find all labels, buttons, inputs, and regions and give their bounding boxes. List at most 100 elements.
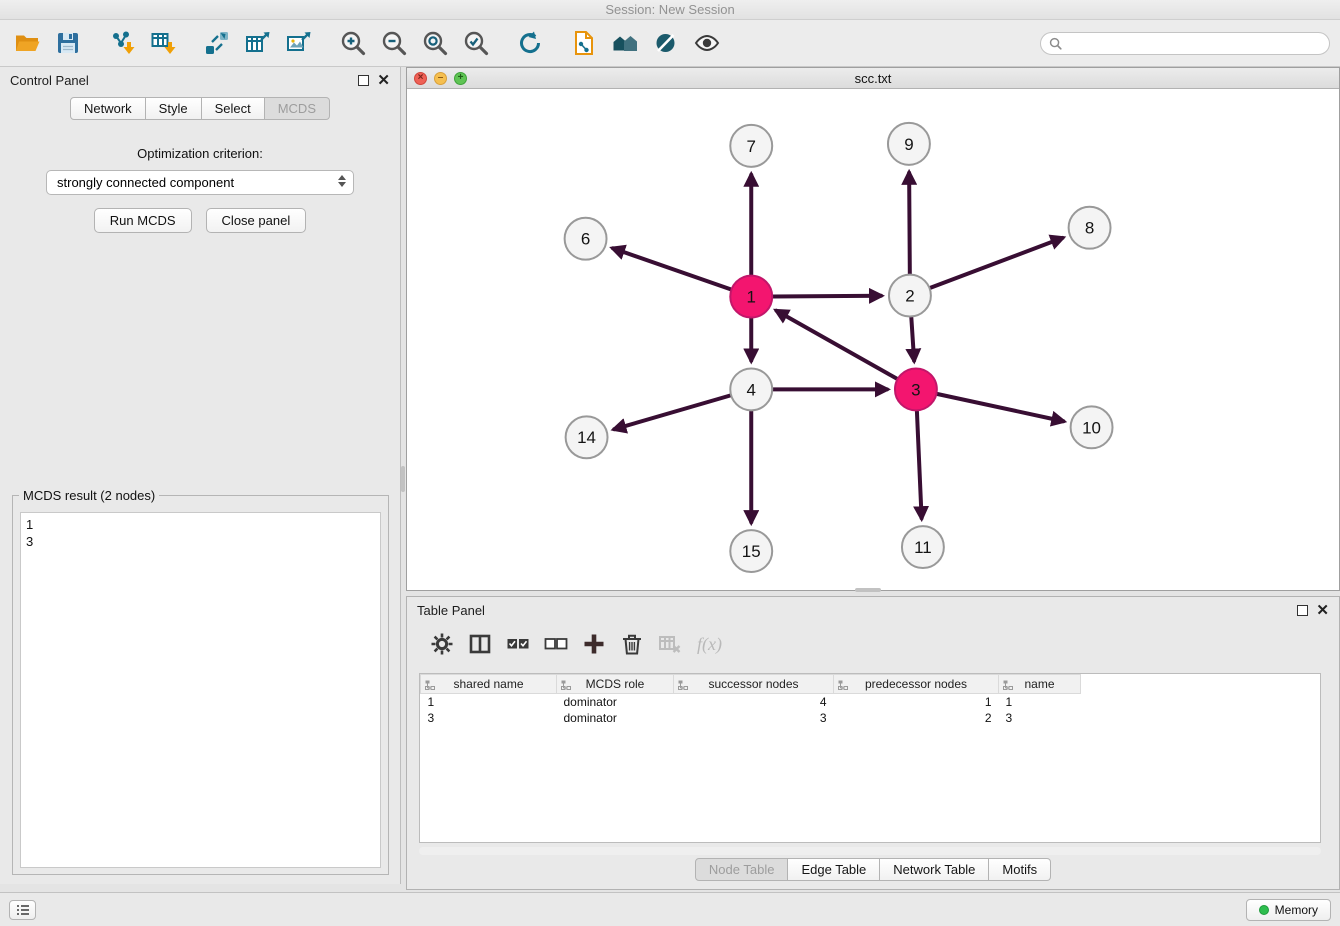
table-cell[interactable]: 4 bbox=[674, 694, 834, 710]
memory-button[interactable]: Memory bbox=[1246, 899, 1331, 921]
network-canvas[interactable]: 7 9 6 8 1 2 4 3 14 10 15 11 bbox=[407, 90, 1339, 590]
criterion-dropdown[interactable]: strongly connected component bbox=[46, 170, 354, 195]
graph-node-8[interactable]: 8 bbox=[1069, 207, 1111, 249]
float-table-panel-icon[interactable] bbox=[1297, 605, 1308, 616]
graph-edge-2-3[interactable] bbox=[911, 318, 914, 361]
graph-node-14[interactable]: 14 bbox=[566, 416, 608, 458]
table-tab-edge-table[interactable]: Edge Table bbox=[788, 858, 880, 881]
column-layout-icon[interactable] bbox=[465, 629, 495, 659]
zoom-in-icon[interactable] bbox=[336, 26, 370, 60]
close-panel-button[interactable]: Close panel bbox=[206, 208, 307, 233]
graph-edge-4-14[interactable] bbox=[614, 395, 730, 429]
new-network-from-selection-icon[interactable] bbox=[567, 26, 601, 60]
zoom-selected-icon[interactable] bbox=[459, 26, 493, 60]
table-tab-motifs[interactable]: Motifs bbox=[989, 858, 1051, 881]
save-icon[interactable] bbox=[51, 26, 85, 60]
graph-edge-1-2[interactable] bbox=[773, 296, 881, 297]
run-mcds-button[interactable]: Run MCDS bbox=[94, 208, 192, 233]
column-header-name[interactable]: name bbox=[999, 675, 1081, 694]
hide-details-icon[interactable] bbox=[649, 26, 683, 60]
tab-style[interactable]: Style bbox=[146, 97, 202, 120]
maximize-window-icon[interactable]: + bbox=[454, 72, 467, 85]
graph-node-label: 11 bbox=[914, 538, 932, 557]
table-row[interactable]: 3dominator323 bbox=[421, 710, 1321, 726]
search-input[interactable] bbox=[1067, 36, 1321, 50]
table-row[interactable]: 1dominator411 bbox=[421, 694, 1321, 710]
tab-select[interactable]: Select bbox=[202, 97, 265, 120]
control-panel: Control Panel ✕ NetworkStyleSelectMCDS O… bbox=[0, 67, 401, 884]
table-tab-node-table[interactable]: Node Table bbox=[695, 858, 789, 881]
graph-node-label: 10 bbox=[1082, 418, 1101, 437]
graph-node-label: 4 bbox=[747, 380, 756, 399]
graph-edge-3-1[interactable] bbox=[776, 311, 896, 379]
table-cell[interactable]: 3 bbox=[421, 710, 557, 726]
zoom-fit-icon[interactable] bbox=[418, 26, 452, 60]
window-titlebar: Session: New Session bbox=[0, 0, 1340, 20]
refresh-layout-icon[interactable] bbox=[513, 26, 547, 60]
delete-row-trash-icon[interactable] bbox=[617, 629, 647, 659]
graph-node-9[interactable]: 9 bbox=[888, 123, 930, 165]
table-cell[interactable]: 2 bbox=[834, 710, 999, 726]
graph-node-15[interactable]: 15 bbox=[730, 530, 772, 572]
mcds-result-item[interactable]: 1 bbox=[26, 516, 375, 533]
deselect-all-checkboxes-icon[interactable] bbox=[541, 629, 571, 659]
function-builder-icon[interactable]: f(x) bbox=[693, 634, 722, 655]
graph-node-7[interactable]: 7 bbox=[730, 125, 772, 167]
graph-node-6[interactable]: 6 bbox=[565, 218, 607, 260]
horizontal-splitter-handle[interactable] bbox=[855, 588, 881, 592]
graph-node-11[interactable]: 11 bbox=[902, 526, 944, 568]
graph-edge-2-9[interactable] bbox=[909, 173, 910, 274]
task-history-button[interactable] bbox=[9, 900, 36, 920]
column-header-successor-nodes[interactable]: successor nodes bbox=[674, 675, 834, 694]
graph-edge-3-11[interactable] bbox=[917, 411, 922, 518]
table-cell[interactable]: 1 bbox=[999, 694, 1081, 710]
close-table-panel-icon[interactable]: ✕ bbox=[1316, 605, 1329, 616]
table-body: 1dominator4113dominator323 bbox=[421, 694, 1321, 726]
graph-edge-3-10[interactable] bbox=[937, 394, 1063, 421]
show-details-eye-icon[interactable] bbox=[690, 26, 724, 60]
table-cell[interactable]: 3 bbox=[674, 710, 834, 726]
search-field[interactable] bbox=[1040, 32, 1330, 55]
add-row-icon[interactable] bbox=[579, 629, 609, 659]
column-header-MCDS-role[interactable]: MCDS role bbox=[557, 675, 674, 694]
column-header-predecessor-nodes[interactable]: predecessor nodes bbox=[834, 675, 999, 694]
table-cell[interactable]: 1 bbox=[421, 694, 557, 710]
import-table-file-icon[interactable] bbox=[146, 26, 180, 60]
graph-node-3[interactable]: 3 bbox=[895, 368, 937, 410]
folder-open-icon[interactable] bbox=[10, 26, 44, 60]
table-cell[interactable]: dominator bbox=[557, 694, 674, 710]
graph-edge-1-6[interactable] bbox=[613, 248, 731, 289]
table-cell[interactable]: dominator bbox=[557, 710, 674, 726]
table-tab-network-table[interactable]: Network Table bbox=[880, 858, 989, 881]
graph-node-label: 8 bbox=[1085, 219, 1094, 238]
table-cell[interactable]: 1 bbox=[834, 694, 999, 710]
zoom-out-icon[interactable] bbox=[377, 26, 411, 60]
import-network-file-icon[interactable] bbox=[105, 26, 139, 60]
close-panel-icon[interactable]: ✕ bbox=[377, 75, 390, 86]
graph-node-1[interactable]: 1 bbox=[730, 276, 772, 318]
tab-network[interactable]: Network bbox=[70, 97, 146, 120]
mcds-result-list[interactable]: 13 bbox=[20, 512, 381, 868]
tab-mcds[interactable]: MCDS bbox=[265, 97, 330, 120]
select-all-checkboxes-icon[interactable] bbox=[503, 629, 533, 659]
delete-table-icon[interactable] bbox=[655, 629, 685, 659]
mcds-result-item[interactable]: 3 bbox=[26, 533, 375, 550]
table-cell[interactable]: 3 bbox=[999, 710, 1081, 726]
float-panel-icon[interactable] bbox=[358, 75, 369, 86]
minimize-window-icon[interactable]: – bbox=[434, 72, 447, 85]
vertical-splitter-handle[interactable] bbox=[401, 466, 405, 492]
graph-node-4[interactable]: 4 bbox=[730, 368, 772, 410]
export-table-icon[interactable] bbox=[241, 26, 275, 60]
graph-edge-2-8[interactable] bbox=[930, 238, 1062, 288]
first-neighbors-icon[interactable] bbox=[608, 26, 642, 60]
network-window-titlebar[interactable]: scc.txt × – + bbox=[407, 68, 1339, 89]
network-update-icon[interactable] bbox=[200, 26, 234, 60]
graph-node-10[interactable]: 10 bbox=[1071, 406, 1113, 448]
close-window-icon[interactable]: × bbox=[414, 72, 427, 85]
network-graph[interactable]: 7 9 6 8 1 2 4 3 14 10 15 11 bbox=[407, 90, 1339, 590]
graph-node-2[interactable]: 2 bbox=[889, 275, 931, 317]
table-horizontal-scrollbar[interactable] bbox=[419, 847, 1321, 855]
export-image-icon[interactable] bbox=[282, 26, 316, 60]
column-header-shared-name[interactable]: shared name bbox=[421, 675, 557, 694]
settings-gear-icon[interactable] bbox=[427, 629, 457, 659]
